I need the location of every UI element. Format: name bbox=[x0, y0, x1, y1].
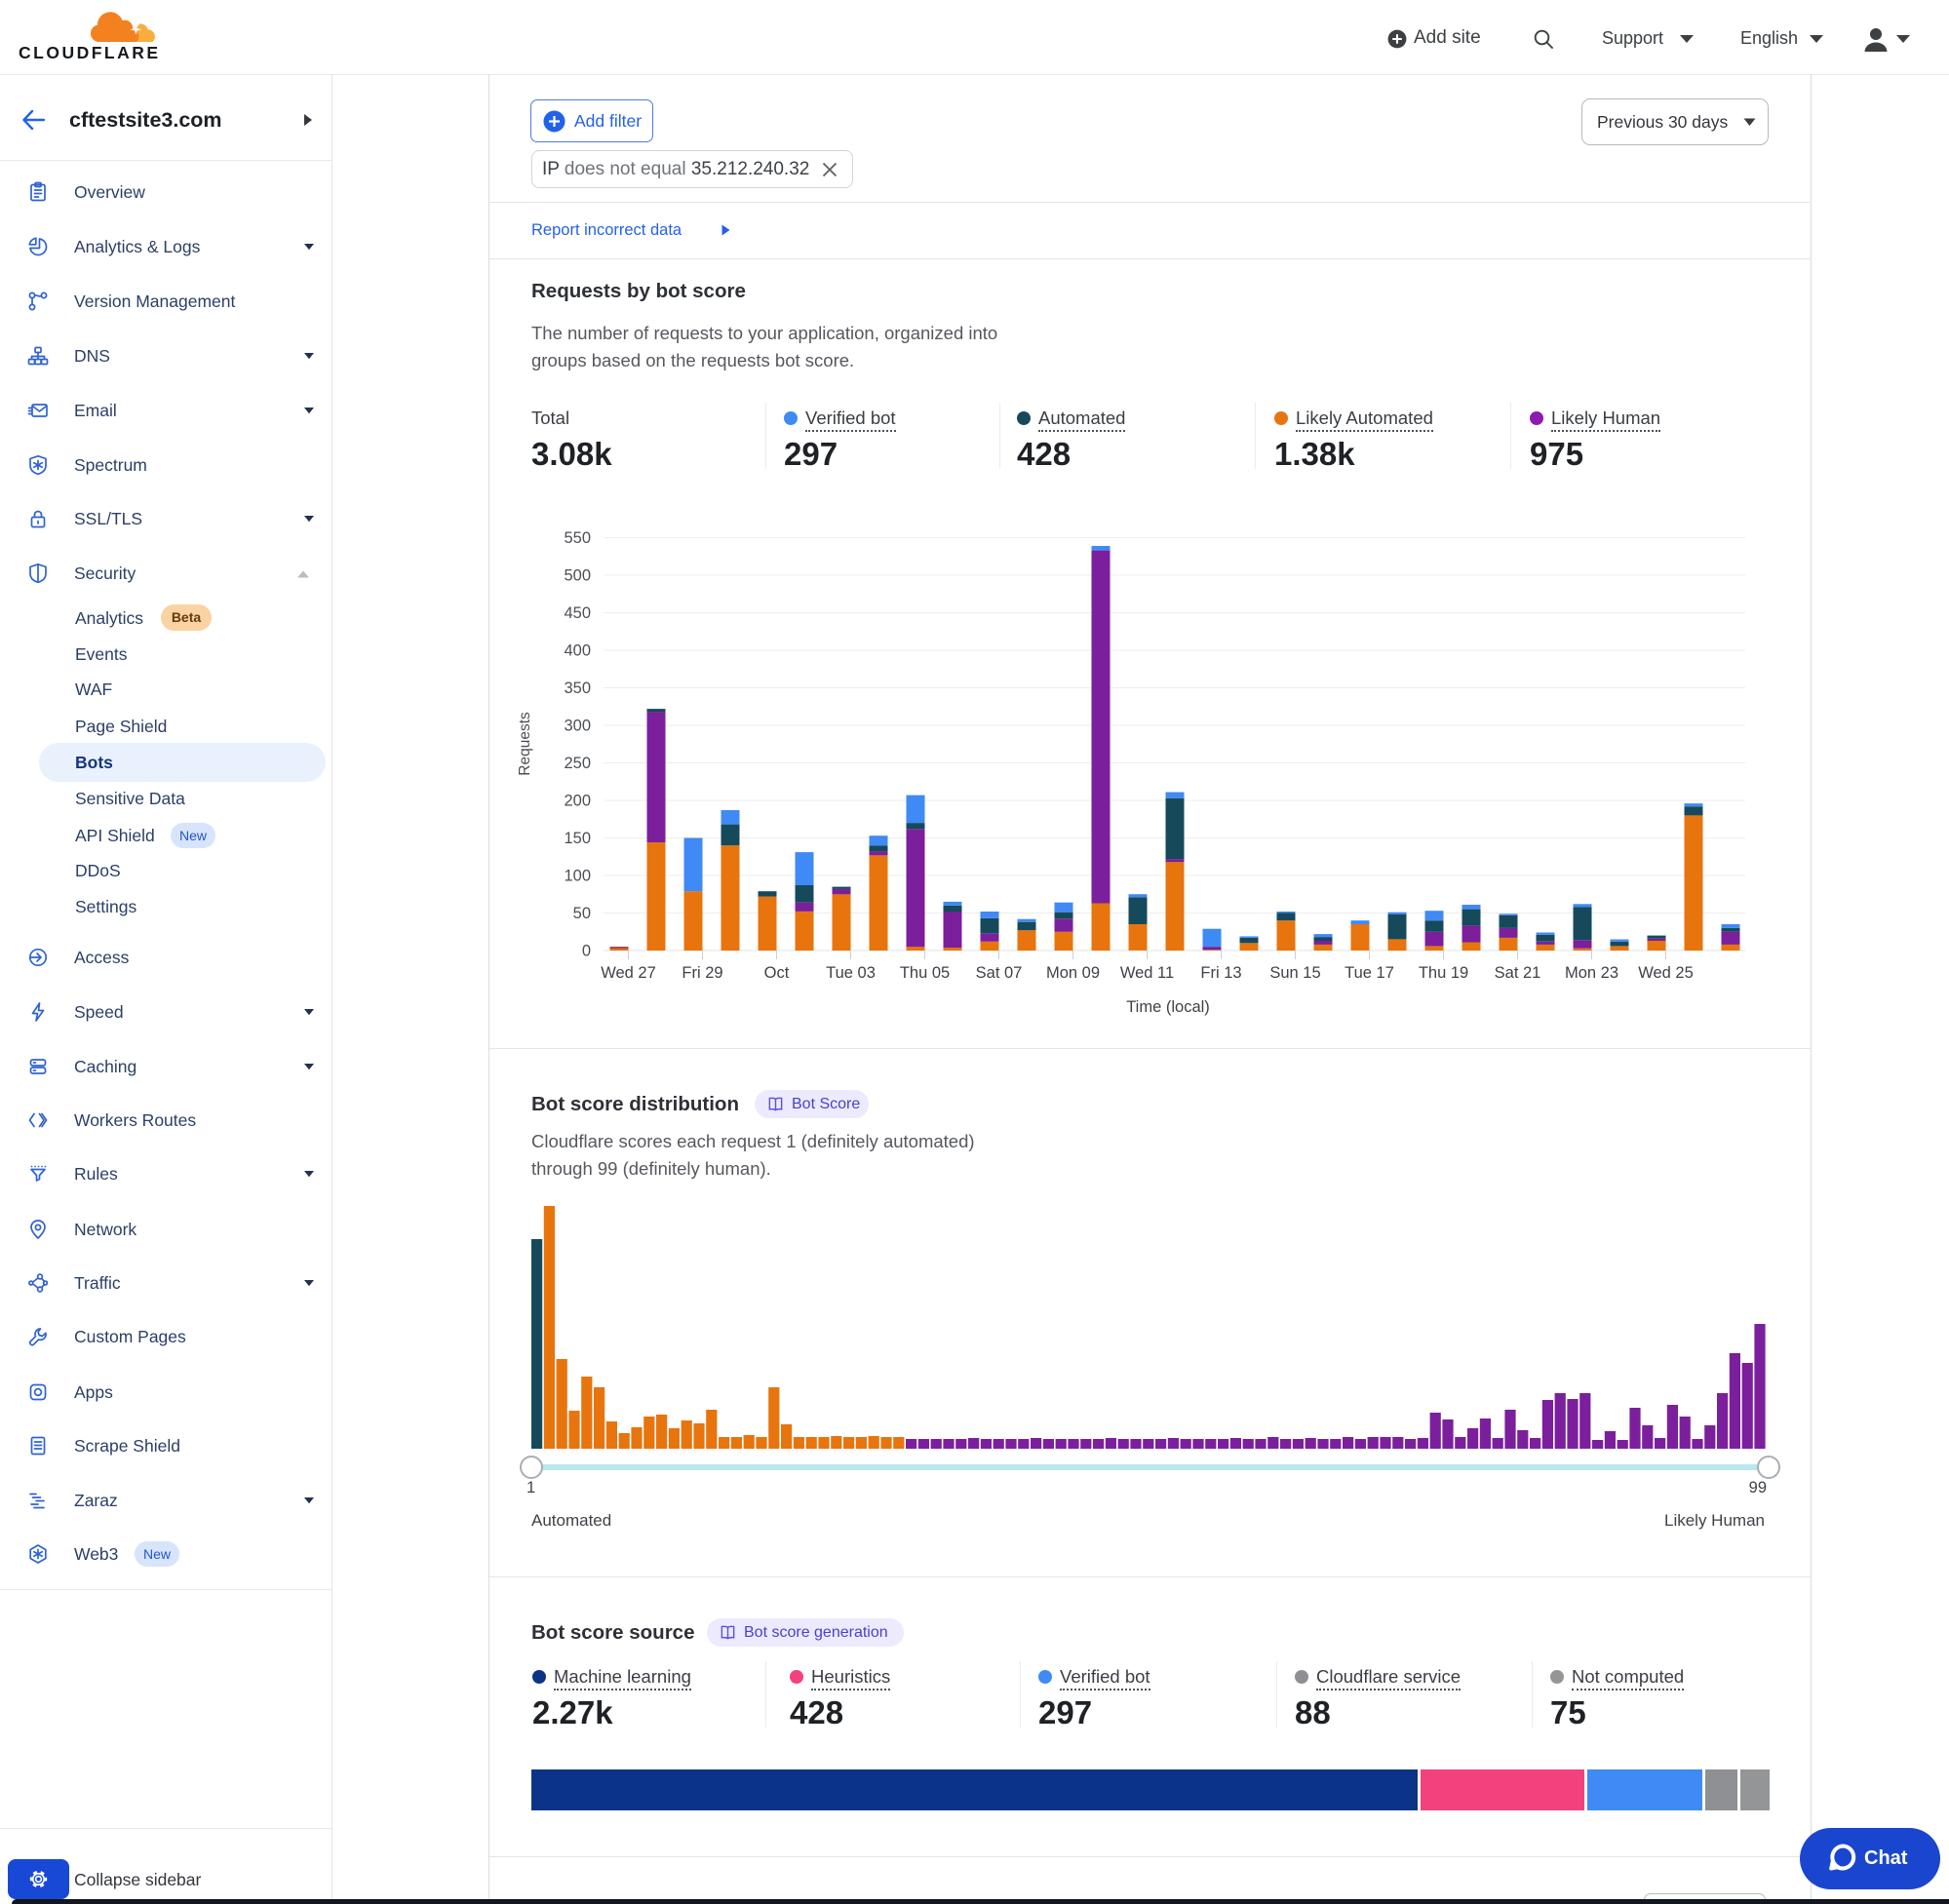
svg-text:Requests: Requests bbox=[517, 712, 533, 776]
svg-text:Oct: Oct bbox=[764, 964, 790, 982]
svg-text:Sat 21: Sat 21 bbox=[1495, 964, 1541, 982]
svg-text:Thu 05: Thu 05 bbox=[900, 964, 950, 982]
svg-text:Sat 07: Sat 07 bbox=[976, 964, 1023, 982]
svg-text:Time (local): Time (local) bbox=[1126, 998, 1210, 1016]
svg-text:0: 0 bbox=[582, 943, 591, 960]
svg-text:200: 200 bbox=[564, 793, 591, 810]
svg-text:100: 100 bbox=[564, 868, 591, 885]
svg-text:450: 450 bbox=[564, 604, 591, 622]
svg-text:50: 50 bbox=[573, 905, 591, 922]
svg-text:500: 500 bbox=[564, 567, 591, 585]
svg-text:Mon 09: Mon 09 bbox=[1046, 964, 1100, 982]
svg-text:150: 150 bbox=[564, 830, 591, 847]
svg-text:Tue 03: Tue 03 bbox=[826, 964, 876, 982]
svg-text:250: 250 bbox=[564, 755, 591, 772]
svg-text:Fri 29: Fri 29 bbox=[682, 964, 722, 982]
svg-text:400: 400 bbox=[564, 642, 591, 660]
svg-text:Thu 19: Thu 19 bbox=[1419, 964, 1468, 982]
svg-text:Wed 25: Wed 25 bbox=[1638, 964, 1694, 982]
svg-text:Sun 15: Sun 15 bbox=[1269, 964, 1320, 982]
svg-text:Wed 11: Wed 11 bbox=[1120, 964, 1174, 982]
svg-text:Fri 13: Fri 13 bbox=[1200, 964, 1241, 982]
svg-text:Mon 23: Mon 23 bbox=[1565, 964, 1618, 982]
svg-text:Wed 27: Wed 27 bbox=[601, 964, 656, 982]
svg-text:350: 350 bbox=[564, 680, 591, 697]
svg-text:300: 300 bbox=[564, 718, 591, 735]
svg-text:550: 550 bbox=[564, 529, 591, 547]
svg-text:Tue 17: Tue 17 bbox=[1345, 964, 1394, 982]
